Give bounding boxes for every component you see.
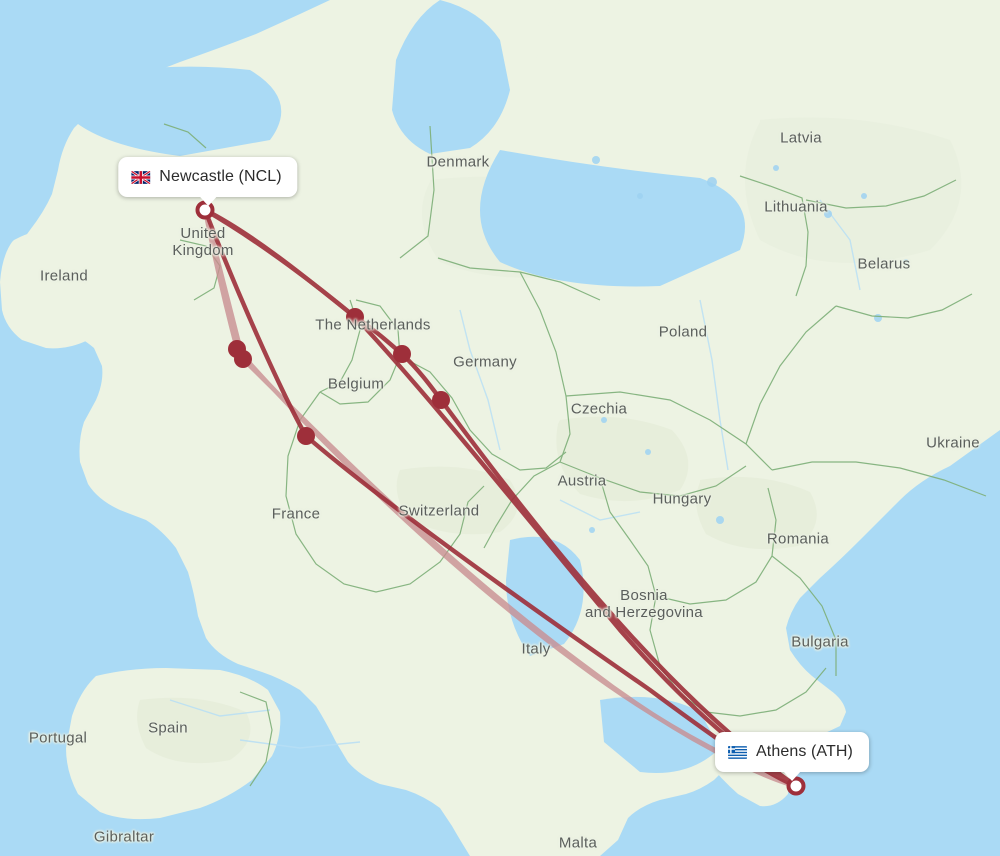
- route-ncl-cdg-ath: [202, 207, 799, 789]
- waypoint-amsterdam[interactable]: [346, 308, 364, 326]
- flight-route-map[interactable]: Ireland United Kingdom Denmark Latvia Lit…: [0, 0, 1000, 856]
- flight-routes-layer: [195, 200, 806, 796]
- waypoint-paris[interactable]: [297, 427, 315, 445]
- waypoint-dusseldorf[interactable]: [393, 345, 411, 363]
- waypoint-frankfurt[interactable]: [432, 391, 450, 409]
- route-ncl-lhr-ath: [202, 207, 799, 789]
- gr-flag-icon: [728, 745, 748, 759]
- route-lines-secondary: [202, 207, 799, 789]
- gb-flag-icon: [131, 170, 151, 184]
- route-ncl-lgw-ath: [202, 207, 799, 789]
- origin-tooltip-newcastle[interactable]: Newcastle (NCL): [118, 157, 298, 206]
- waypoint-london-gatwick[interactable]: [234, 350, 252, 368]
- route-ncl-ams-ath: [202, 207, 799, 789]
- endpoint-markers: [195, 200, 806, 796]
- route-lines-primary: [202, 207, 799, 789]
- destination-tooltip-label: Athens (ATH): [756, 743, 853, 760]
- origin-tooltip-label: Newcastle (NCL): [159, 168, 282, 185]
- destination-tooltip-athens[interactable]: Athens (ATH): [715, 732, 869, 781]
- route-ncl-ams-dus-fra-ath: [202, 207, 799, 789]
